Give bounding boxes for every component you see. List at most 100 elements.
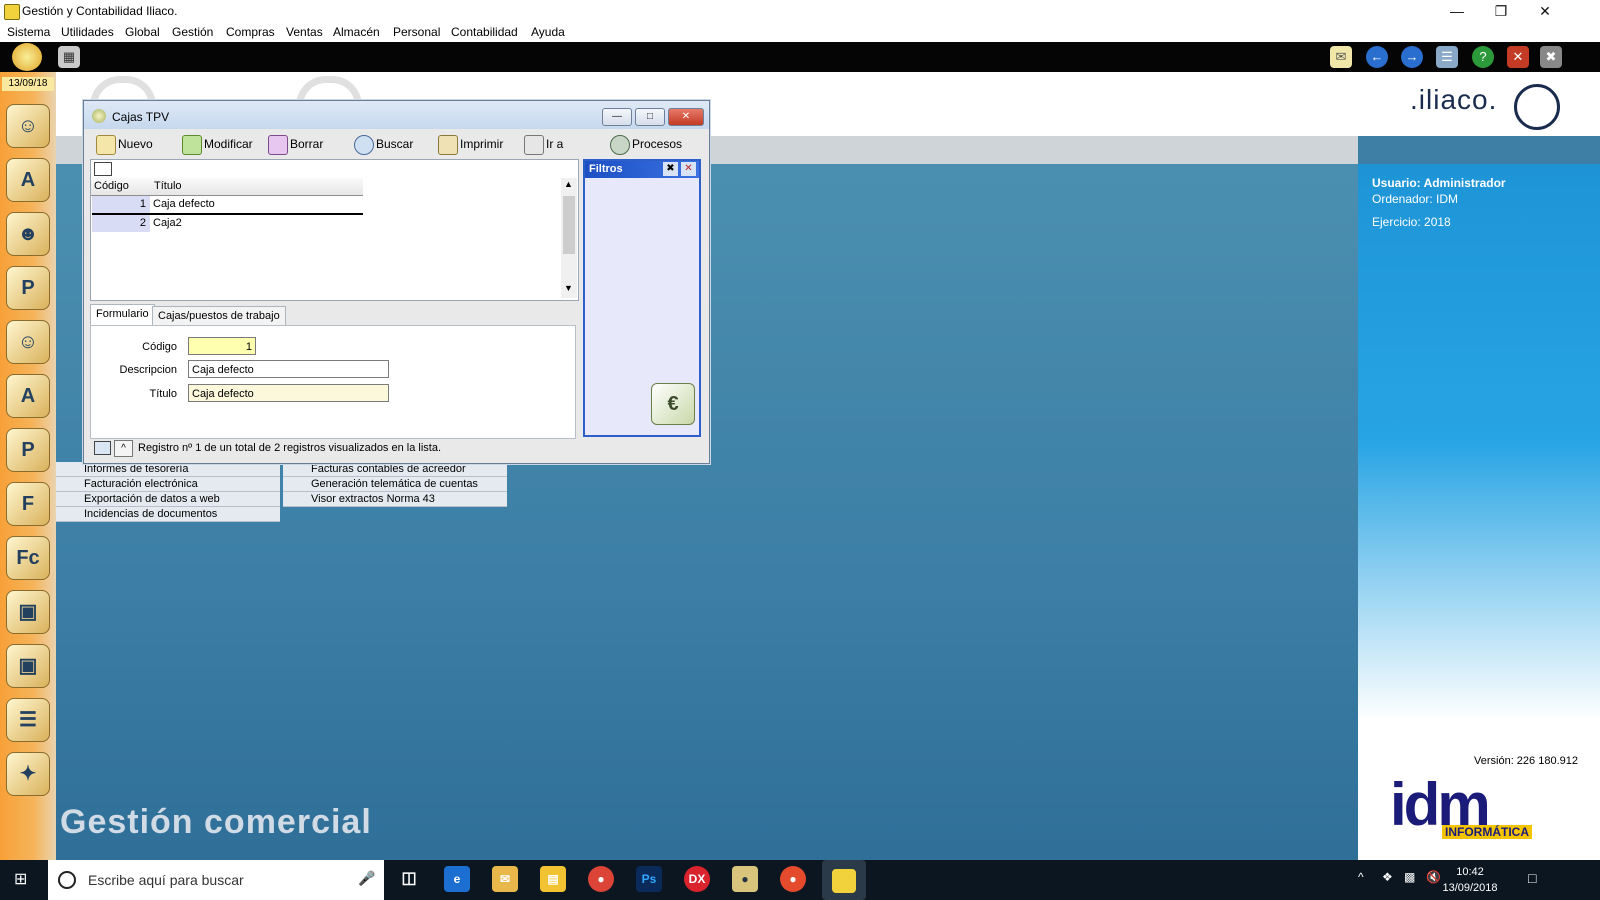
filter-pin-icon[interactable]: ✖: [663, 162, 678, 176]
menu-ayuda[interactable]: Ayuda: [531, 25, 565, 39]
dropbox-icon[interactable]: ❖: [1382, 870, 1393, 884]
menu-sistema[interactable]: Sistema: [7, 25, 50, 39]
menu-almacen[interactable]: Almacén: [333, 25, 380, 39]
windows-list-icon[interactable]: ☰: [1436, 46, 1458, 68]
titulo-field[interactable]: Caja defecto: [188, 384, 389, 402]
menu-personal[interactable]: Personal: [393, 25, 440, 39]
sidebar-articles-icon[interactable]: A: [6, 158, 50, 202]
sidebar-contacts-icon[interactable]: ☺: [6, 320, 50, 364]
list-item[interactable]: Facturas contables de acreedor: [283, 462, 507, 477]
calculator-icon[interactable]: ▦: [58, 46, 80, 68]
menu-compras[interactable]: Compras: [226, 25, 275, 39]
titulo-label: Título: [149, 388, 177, 400]
dx-icon[interactable]: DX: [684, 866, 710, 892]
task-view-icon[interactable]: ◫: [396, 866, 422, 892]
dialog-minimize-button[interactable]: —: [602, 108, 632, 126]
menu-global[interactable]: Global: [125, 25, 160, 39]
sidebar-ledger-icon[interactable]: ☰: [6, 698, 50, 742]
list-item[interactable]: Visor extractos Norma 43: [283, 492, 507, 507]
file-explorer-icon[interactable]: ▤: [540, 866, 566, 892]
mail-icon[interactable]: ✉: [1330, 46, 1352, 68]
sidebar-wizard-icon[interactable]: ✦: [6, 752, 50, 796]
iliaco-app-icon[interactable]: ●: [732, 866, 758, 892]
table-row[interactable]: 2 Caja2: [92, 215, 363, 232]
chrome-icon[interactable]: ●: [588, 866, 614, 892]
close-all-icon[interactable]: ✖: [1540, 46, 1562, 68]
sidebar-orders-icon[interactable]: P: [6, 428, 50, 472]
codigo-field[interactable]: 1: [188, 337, 256, 355]
app-red-icon[interactable]: ●: [780, 866, 806, 892]
cell-titulo: Caja2: [153, 217, 182, 229]
nuevo-button[interactable]: Nuevo: [96, 135, 153, 155]
help-icon[interactable]: ?: [1472, 46, 1494, 68]
column-header-codigo[interactable]: Código: [94, 180, 129, 192]
tray-expand-icon[interactable]: ^: [1358, 870, 1364, 884]
home-orb-icon[interactable]: [12, 43, 42, 71]
table-row[interactable]: 1 Caja defecto: [92, 196, 363, 215]
iliaco-logo: .iliaco.: [1410, 84, 1498, 115]
notifications-icon[interactable]: □: [1528, 870, 1536, 886]
column-header-titulo[interactable]: Título: [154, 180, 182, 192]
minimize-button[interactable]: —: [1434, 0, 1480, 22]
folder-icon[interactable]: [94, 441, 111, 455]
sidebar-clients-icon[interactable]: ☻: [6, 212, 50, 256]
sidebar-agents-icon[interactable]: A: [6, 374, 50, 418]
search-input[interactable]: Escribe aquí para buscar: [88, 872, 244, 888]
back-arrow-icon[interactable]: ←: [1366, 46, 1388, 68]
scroll-up-icon[interactable]: ▲: [564, 179, 573, 189]
list-item[interactable]: Informes de tesorería: [56, 462, 280, 477]
windows-start-icon[interactable]: ⊞: [14, 871, 32, 889]
scroll-down-icon[interactable]: ▼: [564, 283, 573, 293]
version-label: Versión: 226 180.912: [1474, 755, 1578, 767]
microphone-icon[interactable]: 🎤: [358, 870, 375, 887]
sidebar-providers-icon[interactable]: P: [6, 266, 50, 310]
network-icon[interactable]: ▩: [1404, 870, 1415, 884]
imprimir-button[interactable]: Imprimir: [438, 135, 503, 155]
gears-icon: [610, 135, 630, 155]
menu-utilidades[interactable]: Utilidades: [61, 25, 114, 39]
taskbar-clock[interactable]: 10:42 13/09/2018: [1440, 864, 1500, 896]
list-scrollbar[interactable]: ▲ ▼: [561, 178, 577, 298]
list-item[interactable]: Facturación electrónica: [56, 477, 280, 492]
sidebar-users-icon[interactable]: ☺: [6, 104, 50, 148]
modificar-button[interactable]: Modificar: [182, 135, 253, 155]
ira-button[interactable]: Ir a: [524, 135, 563, 155]
list-item[interactable]: Exportación de datos a web: [56, 492, 280, 507]
buscar-button[interactable]: Buscar: [354, 135, 413, 155]
tab-cajas-puestos[interactable]: Cajas/puestos de trabajo: [152, 306, 286, 325]
outlook-icon[interactable]: ✉: [492, 866, 518, 892]
taskbar-search[interactable]: Escribe aquí para buscar 🎤: [48, 860, 384, 900]
euro-cash-icon: €: [651, 383, 695, 425]
list-item[interactable]: Generación telemática de cuentas: [283, 477, 507, 492]
cell-titulo: Caja defecto: [153, 198, 215, 210]
menu-gestion[interactable]: Gestión: [172, 25, 213, 39]
sidebar-purchase-bag-icon[interactable]: ▣: [6, 644, 50, 688]
sidebar-shopping-bag-icon[interactable]: ▣: [6, 590, 50, 634]
tab-formulario[interactable]: Formulario: [90, 304, 155, 325]
dialog-maximize-button[interactable]: □: [635, 108, 665, 126]
scroll-thumb[interactable]: [563, 196, 575, 254]
forward-arrow-icon[interactable]: →: [1401, 46, 1423, 68]
dialog-close-button[interactable]: ✕: [668, 108, 704, 126]
volume-muted-icon[interactable]: 🔇: [1426, 870, 1441, 884]
close-window-icon[interactable]: ✕: [1507, 46, 1529, 68]
dialog-titlebar[interactable]: Cajas TPV — □ ✕: [84, 101, 709, 129]
procesos-button[interactable]: Procesos: [610, 135, 682, 155]
sidebar-invoices-icon[interactable]: F: [6, 482, 50, 526]
borrar-button[interactable]: Borrar: [268, 135, 323, 155]
menu-ventas[interactable]: Ventas: [286, 25, 323, 39]
menu-contabilidad[interactable]: Contabilidad: [451, 25, 518, 39]
photoshop-icon[interactable]: Ps: [636, 866, 662, 892]
filter-close-icon[interactable]: ✕: [681, 162, 696, 176]
close-button[interactable]: ✕: [1522, 0, 1568, 22]
chevron-up-icon[interactable]: ^: [114, 440, 133, 457]
descripcion-field[interactable]: Caja defecto: [188, 360, 389, 378]
printer-icon: [438, 135, 458, 155]
edge-icon[interactable]: e: [444, 866, 470, 892]
list-item[interactable]: Incidencias de documentos: [56, 507, 280, 522]
sidebar-credit-invoices-icon[interactable]: Fc: [6, 536, 50, 580]
active-iliaco-app-icon[interactable]: [822, 860, 866, 900]
restore-button[interactable]: ❐: [1478, 0, 1524, 22]
cell-codigo: 2: [92, 215, 150, 232]
list-view-icon[interactable]: [94, 162, 112, 176]
